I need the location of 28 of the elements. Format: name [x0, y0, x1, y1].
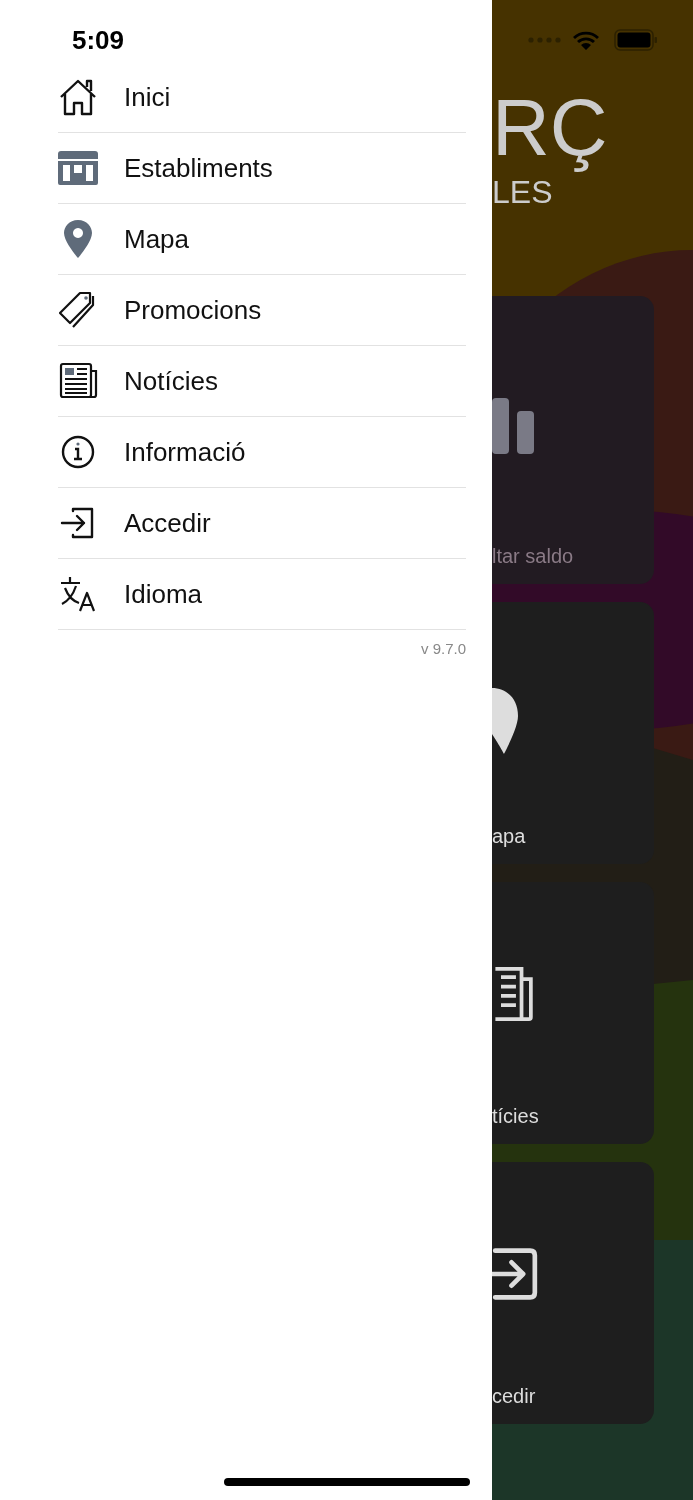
- feature-card[interactable]: cedir: [492, 1162, 654, 1424]
- home-icon: [58, 77, 98, 117]
- menu-item[interactable]: Idioma: [58, 559, 466, 630]
- language-icon: [58, 574, 98, 614]
- battery-icon: [614, 29, 658, 51]
- card-label: tícies: [492, 1105, 539, 1128]
- card-label: ltar saldo: [492, 545, 574, 568]
- feature-card[interactable]: ltar saldo: [492, 296, 654, 584]
- card-label: cedir: [492, 1385, 536, 1408]
- menu-item[interactable]: Informació: [58, 417, 466, 488]
- menu-item[interactable]: Establiments: [58, 133, 466, 204]
- card-label: apa: [492, 825, 526, 848]
- feature-card[interactable]: tícies: [492, 882, 654, 1144]
- logo-subtitle: LES: [492, 174, 554, 210]
- menu-item[interactable]: Notícies: [58, 346, 466, 417]
- store-icon: [58, 148, 98, 188]
- menu-item[interactable]: Promocions: [58, 275, 466, 346]
- pin-icon: [492, 686, 518, 754]
- wifi-icon: [572, 30, 600, 50]
- version-label: v 9.7.0: [419, 640, 466, 657]
- feature-card[interactable]: apa: [492, 602, 654, 864]
- signal-icon: [528, 37, 562, 43]
- status-time: 5:09: [72, 24, 126, 57]
- menu-item[interactable]: Inici: [58, 62, 466, 133]
- login-icon: [492, 1246, 538, 1302]
- menu-item[interactable]: Accedir: [58, 488, 466, 559]
- news-icon: [58, 361, 98, 401]
- menu-item[interactable]: Mapa: [58, 204, 466, 275]
